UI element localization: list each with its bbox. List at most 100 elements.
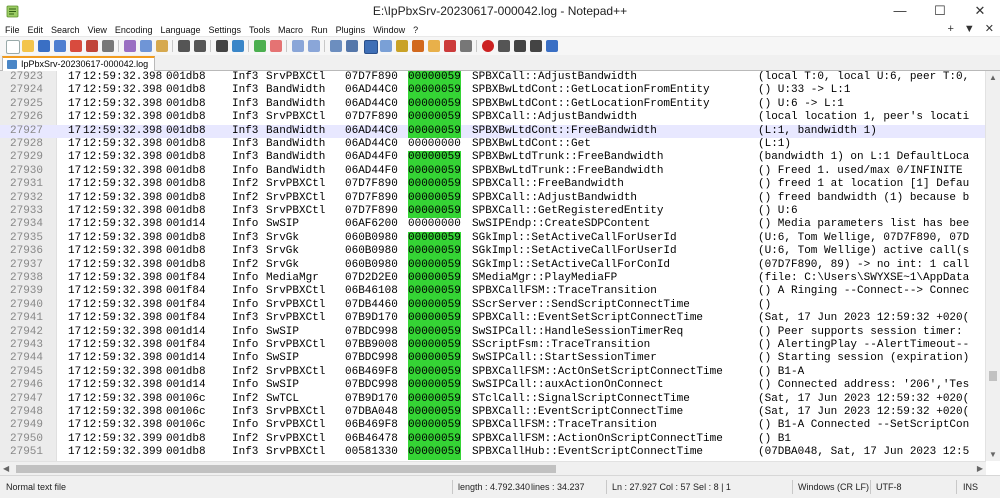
editor-area[interactable]: 27923 17 12:59:32.398 001db8 Inf3 SrvPBXCtl 07… xyxy=(0,71,986,461)
log-line[interactable]: 27940 17 12:59:32.398 001f84 Info SrvPBXCtl 07… xyxy=(0,298,986,313)
doc-length: length : 4.792.340 xyxy=(458,482,531,492)
save-all-icon[interactable] xyxy=(54,40,66,52)
log-field-addr: 060B0980 xyxy=(345,258,398,271)
log-line[interactable]: 27935 17 12:59:32.398 001db8 Inf3 SrvGk 060B09… xyxy=(0,231,986,246)
save-macro-icon[interactable] xyxy=(546,40,558,52)
log-line[interactable]: 27951 17 12:59:32.399 001db8 Inf3 SrvPBXCtl 00… xyxy=(0,446,986,460)
log-line[interactable]: 27926 17 12:59:32.398 001db8 Inf3 SrvPBXCtl 07… xyxy=(0,111,986,125)
log-line[interactable]: 27938 17 12:59:32.398 001f84 Info MediaMgr 07D… xyxy=(0,272,986,286)
log-line[interactable]: 27927 17 12:59:32.398 001db8 Inf3 BandWidth 06… xyxy=(0,124,986,138)
log-line[interactable]: 27937 17 12:59:32.398 001db8 Inf2 SrvGk 060B09… xyxy=(0,258,986,272)
function-list-icon[interactable] xyxy=(412,40,424,52)
sync-horizontal-icon[interactable] xyxy=(308,40,320,52)
new-file-icon[interactable] xyxy=(6,40,20,54)
close-all-icon[interactable] xyxy=(86,40,98,52)
menu-window[interactable]: Window xyxy=(368,23,408,37)
log-line[interactable]: 27936 17 12:59:32.398 001db8 Inf3 SrvGk 060B09… xyxy=(0,245,986,259)
log-line[interactable]: 27945 17 12:59:32.398 001db8 Inf2 SrvPBXCtl 06… xyxy=(0,365,986,380)
play-macro-icon[interactable] xyxy=(514,40,526,52)
close-button[interactable]: ✕ xyxy=(960,0,1000,22)
log-line[interactable]: 27942 17 12:59:32.398 001d14 Info SwSIP 07BDC9… xyxy=(0,325,986,339)
log-line[interactable]: 27931 17 12:59:32.398 001db8 Inf2 SrvPBXCtl 07… xyxy=(0,178,986,192)
log-line[interactable]: 27941 17 12:59:32.398 001f84 Inf3 SrvPBXCtl 07… xyxy=(0,312,986,326)
menu-settings[interactable]: Settings xyxy=(204,23,245,37)
log-line[interactable]: 27947 17 12:59:32.398 00106c Inf2 SwTCL 07B9D1… xyxy=(0,392,986,406)
log-line[interactable]: 27934 17 12:59:32.398 001d14 Info SwSIP 06AF62… xyxy=(0,218,986,231)
menu-macro[interactable]: Macro xyxy=(273,23,306,37)
log-field-lvl: Info xyxy=(232,325,259,338)
run-macro-multiple-icon[interactable] xyxy=(530,40,542,52)
log-line[interactable]: 27928 17 12:59:32.398 001db8 Inf3 BandWidth 06… xyxy=(0,138,986,151)
paste-icon[interactable] xyxy=(156,40,168,52)
cut-icon[interactable] xyxy=(124,40,136,52)
open-file-icon[interactable] xyxy=(22,40,34,52)
log-line[interactable]: 27948 17 12:59:32.398 00106c Inf3 SrvPBXCtl 07… xyxy=(0,406,986,420)
menu-search[interactable]: Search xyxy=(46,23,83,37)
minimize-button[interactable]: — xyxy=(880,0,920,22)
menu-view[interactable]: View xyxy=(83,23,110,37)
tab-list-icon[interactable]: ▼ xyxy=(964,23,975,35)
log-line[interactable]: 27943 17 12:59:32.398 001f84 Info SrvPBXCtl 07… xyxy=(0,339,986,353)
menu-run[interactable]: Run xyxy=(306,23,331,37)
log-field-fn: SPBXCallFSM::TraceTransition xyxy=(472,285,657,298)
zoom-in-icon[interactable] xyxy=(254,40,266,52)
scroll-down-icon[interactable]: ▼ xyxy=(989,450,997,459)
folder-workspace-icon[interactable] xyxy=(428,40,440,52)
find-icon[interactable] xyxy=(216,40,228,52)
save-icon[interactable] xyxy=(38,40,50,52)
log-line[interactable]: 27932 17 12:59:32.398 001db8 Inf2 SrvPBXCtl 07… xyxy=(0,191,986,205)
menu-encoding[interactable]: Encoding xyxy=(110,23,156,37)
monitoring-icon[interactable] xyxy=(444,40,456,52)
log-field-id: 00000059 xyxy=(408,419,461,433)
vertical-scroll-thumb[interactable] xyxy=(989,371,997,381)
log-line[interactable]: 27949 17 12:59:32.398 00106c Info SrvPBXCtl 06… xyxy=(0,419,986,433)
tab-document[interactable]: IpPbxSrv-20230617-000042.log xyxy=(2,56,156,72)
scroll-up-icon[interactable]: ▲ xyxy=(989,73,997,82)
word-wrap-icon[interactable] xyxy=(330,40,342,52)
menu-tools[interactable]: Tools xyxy=(244,23,273,37)
vertical-scrollbar[interactable]: ▲ ▼ xyxy=(985,71,1000,461)
log-field-lvl: Inf3 xyxy=(232,71,259,83)
copy-icon[interactable] xyxy=(140,40,152,52)
horizontal-scrollbar[interactable]: ◀ ▶ xyxy=(0,461,986,476)
horizontal-scroll-thumb[interactable] xyxy=(16,465,556,473)
menu-plugins[interactable]: Plugins xyxy=(331,23,369,37)
undo-icon[interactable] xyxy=(178,40,190,52)
close-document-icon[interactable]: ✕ xyxy=(985,23,994,35)
log-line[interactable]: 27946 17 12:59:32.398 001d14 Info SwSIP 07BDC9… xyxy=(0,379,986,393)
indent-guide-icon[interactable] xyxy=(364,40,378,54)
redo-icon[interactable] xyxy=(194,40,206,52)
print-icon[interactable] xyxy=(102,40,114,52)
new-tab-icon[interactable]: + xyxy=(947,23,953,35)
log-line[interactable]: 27944 17 12:59:32.398 001d14 Info SwSIP 07BDC9… xyxy=(0,352,986,366)
log-line[interactable]: 27929 17 12:59:32.398 001db8 Inf3 BandWidth 06… xyxy=(0,151,986,165)
eye-icon[interactable] xyxy=(460,40,472,52)
scroll-left-icon[interactable]: ◀ xyxy=(3,464,9,473)
log-field-t: 12:59:32.398 xyxy=(83,392,163,405)
replace-icon[interactable] xyxy=(232,40,244,52)
close-file-icon[interactable] xyxy=(70,40,82,52)
log-line[interactable]: 27930 17 12:59:32.398 001db8 Info BandWidth 06… xyxy=(0,164,986,179)
scroll-right-icon[interactable]: ▶ xyxy=(977,464,983,473)
zoom-out-icon[interactable] xyxy=(270,40,282,52)
stop-macro-icon[interactable] xyxy=(498,40,510,52)
encoding[interactable]: UTF-8 xyxy=(876,476,902,498)
log-line[interactable]: 27924 17 12:59:32.398 001db8 Inf3 BandWidth 06… xyxy=(0,84,986,98)
log-line[interactable]: 27923 17 12:59:32.398 001db8 Inf3 SrvPBXCtl 07… xyxy=(0,71,986,85)
user-language-icon[interactable] xyxy=(380,40,392,52)
menu-help[interactable]: ? xyxy=(408,23,421,37)
menu-edit[interactable]: Edit xyxy=(23,23,47,37)
document-map-icon[interactable] xyxy=(396,40,408,52)
log-line[interactable]: 27939 17 12:59:32.398 001f84 Info SrvPBXCtl 06… xyxy=(0,285,986,299)
record-macro-icon[interactable] xyxy=(482,40,494,52)
show-all-chars-icon[interactable] xyxy=(346,40,358,52)
log-line[interactable]: 27950 17 12:59:32.399 001db8 Inf2 SrvPBXCtl 06… xyxy=(0,432,986,447)
log-line[interactable]: 27933 17 12:59:32.398 001db8 Inf3 SrvPBXCtl 07… xyxy=(0,205,986,219)
menu-language[interactable]: Language xyxy=(155,23,203,37)
log-line[interactable]: 27925 17 12:59:32.398 001db8 Inf3 BandWidth 06… xyxy=(0,97,986,112)
maximize-button[interactable]: ☐ xyxy=(920,0,960,22)
insert-mode[interactable]: INS xyxy=(963,476,978,498)
eol-format[interactable]: Windows (CR LF) xyxy=(798,476,869,498)
menu-file[interactable]: File xyxy=(0,23,23,37)
sync-vertical-icon[interactable] xyxy=(292,40,304,52)
